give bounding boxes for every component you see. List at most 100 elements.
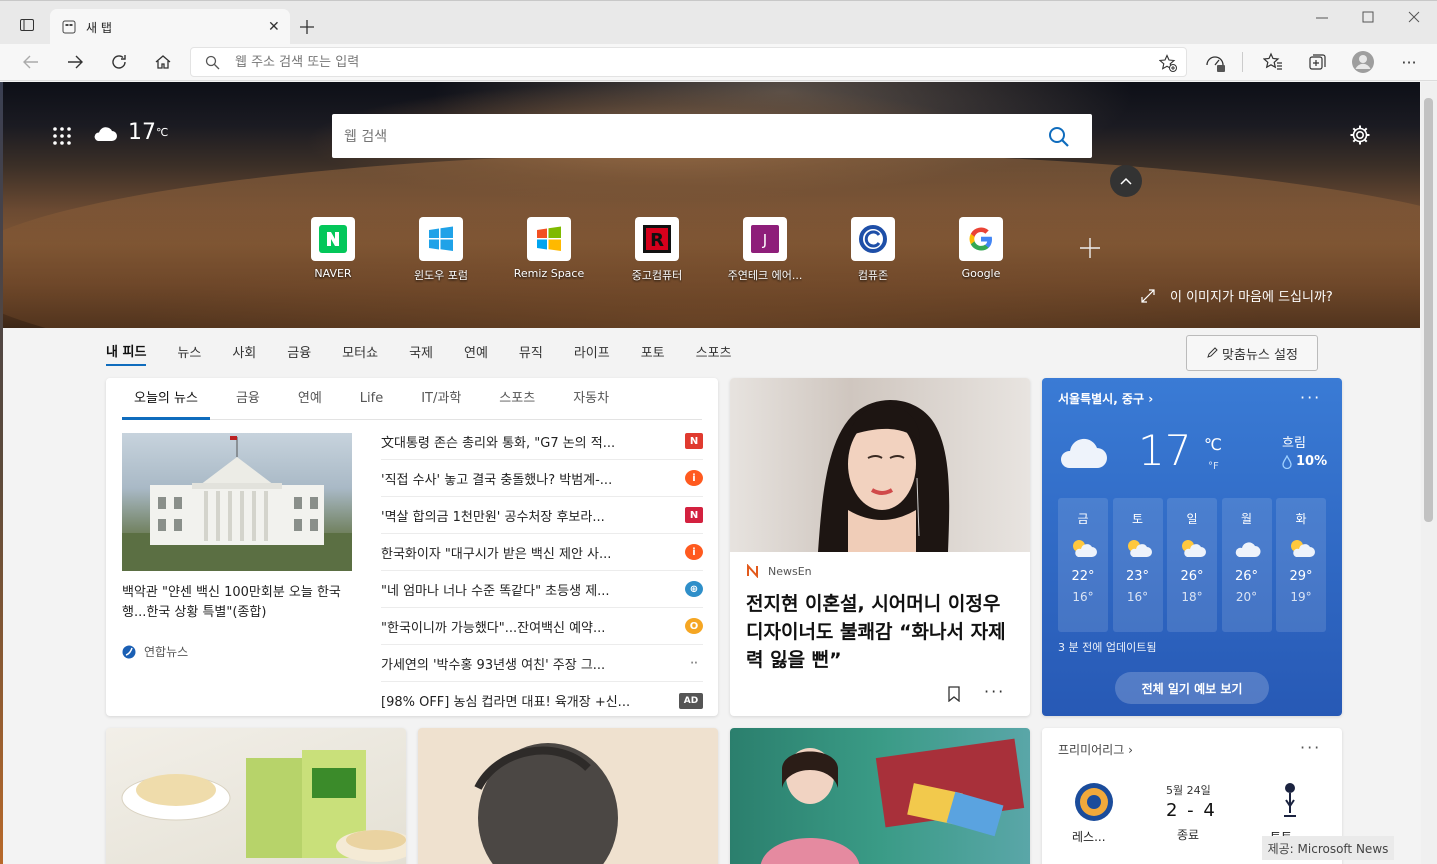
subtab-finance[interactable]: 금융 [224, 378, 272, 420]
lead-news-image[interactable] [122, 433, 352, 571]
apps-launcher-icon[interactable] [52, 126, 72, 146]
forecast-day[interactable]: 일 26° 18° [1167, 498, 1217, 632]
feed-tab-life[interactable]: 라이프 [574, 342, 610, 365]
forecast-day[interactable]: 월 26° 20° [1221, 498, 1272, 632]
forward-icon[interactable] [60, 47, 90, 77]
feed-tab-entertainment[interactable]: 연예 [464, 342, 488, 365]
weather-location[interactable]: 서울특별시, 중구 › [1058, 390, 1153, 407]
minimize-icon[interactable] [1314, 9, 1330, 25]
celebrity-news-source: NewsEn [746, 564, 812, 578]
quicklink-google[interactable]: Google [937, 217, 1025, 280]
feed-tab-society[interactable]: 사회 [232, 342, 256, 365]
weather-location-text: 서울특별시, 중구 [1058, 392, 1145, 406]
subtab-today[interactable]: 오늘의 뉴스 [122, 378, 210, 420]
tab-actions-icon[interactable] [12, 10, 42, 40]
forecast-low: 20° [1235, 590, 1258, 604]
food-news-card[interactable] [106, 728, 406, 864]
address-bar[interactable] [190, 47, 1187, 77]
weather-more-icon[interactable]: ··· [1300, 388, 1321, 407]
customize-news-button[interactable]: 맞춤뉴스 설정 [1186, 335, 1318, 371]
search-icon[interactable] [1048, 126, 1070, 148]
quicklink-windows-forum[interactable]: 윈도우 포럼 [397, 217, 485, 283]
subtab-sports[interactable]: 스포츠 [487, 378, 547, 420]
forecast-day[interactable]: 금 22° 16° [1058, 498, 1108, 632]
chevron-right-icon: › [1128, 743, 1133, 757]
quicklink-compuzone[interactable]: 컴퓨존 [829, 217, 917, 283]
add-favorite-icon[interactable] [1159, 54, 1177, 72]
feed-tab-sports[interactable]: 스포츠 [696, 342, 732, 365]
headline-item[interactable]: '직접 수사' 놓고 결국 충돌했나? 박범계-... i [381, 460, 703, 497]
lead-news-title[interactable]: 백악관 "얀센 백신 100만회분 오늘 한국행...한국 상황 특별"(종합) [122, 583, 358, 623]
partly-sunny-icon [1182, 540, 1206, 557]
league-title[interactable]: 프리미어리그 › [1058, 741, 1133, 758]
publisher-logo-icon: ·· [685, 655, 703, 671]
quicklink-naver[interactable]: NAVER [289, 217, 377, 280]
subtab-entertainment[interactable]: 연예 [286, 378, 334, 420]
headline-item[interactable]: '멱살 합의금 1천만원' 공수처장 후보라... N [381, 497, 703, 534]
collections-icon[interactable] [1302, 47, 1332, 77]
quicklink-label: NAVER [314, 267, 352, 280]
full-forecast-button[interactable]: 전체 일기 예보 보기 [1115, 672, 1269, 704]
headline-item[interactable]: 한국화이자 "대구시가 받은 백신 제안 사... i [381, 534, 703, 571]
address-input[interactable] [235, 53, 1135, 71]
weather-unit-c[interactable]: ℃ [1204, 435, 1222, 454]
newsen-logo-icon [747, 564, 758, 578]
close-window-icon[interactable] [1406, 9, 1422, 25]
web-search-box[interactable] [332, 114, 1092, 158]
celebrity-news-card[interactable]: NewsEn 전지현 이혼설, 시어머니 이정우 디자이너도 불쾌감 “화나서 … [730, 378, 1030, 716]
feed-tab-music[interactable]: 뮤직 [519, 342, 543, 365]
headline-item[interactable]: 가세연의 '박수홍 93년생 여친' 주장 그... ·· [381, 645, 703, 682]
card-news-card[interactable] [730, 728, 1030, 864]
forecast-high: 26° [1180, 569, 1204, 584]
lead-news-source-name: 연합뉴스 [144, 645, 189, 659]
headline-item[interactable]: "한국이니까 가능했다"...잔여백신 예약... O [381, 608, 703, 645]
home-icon[interactable] [148, 47, 178, 77]
more-options-icon[interactable]: ··· [984, 682, 1005, 701]
back-icon[interactable] [16, 47, 46, 77]
subtab-it-science[interactable]: IT/과학 [409, 378, 473, 420]
subtab-life[interactable]: Life [348, 378, 395, 420]
hero-weather[interactable]: 17 ℃ [92, 120, 168, 145]
feed-tab-motorshow[interactable]: 모터쇼 [342, 342, 378, 365]
profile-avatar[interactable] [1348, 47, 1378, 77]
settings-more-icon[interactable]: ··· [1394, 47, 1424, 77]
headline-item[interactable]: 文대통령 존슨 총리와 통화, "G7 논의 적... N [381, 423, 703, 460]
like-image-link[interactable]: 이 이미지가 마음에 드십니까? [1140, 286, 1333, 305]
scrollbar-thumb[interactable] [1424, 98, 1433, 522]
bookmark-icon[interactable] [948, 686, 960, 702]
pencil-icon [1207, 347, 1218, 358]
celebrity-news-title[interactable]: 전지현 이혼설, 시어머니 이정우 디자이너도 불쾌감 “화나서 자제력 잃을 … [746, 590, 1018, 674]
publisher-logo-icon: ⊕ [685, 581, 703, 597]
quicklink-used-computer[interactable]: R 중고컴퓨터 [613, 217, 701, 283]
page-settings-icon[interactable] [1349, 124, 1371, 146]
favorites-icon[interactable] [1258, 47, 1288, 77]
quicklink-jooyontech[interactable]: J 주연테크 에어... [721, 217, 809, 283]
new-tab-button[interactable] [292, 12, 322, 42]
collapse-quicklinks-button[interactable] [1110, 165, 1142, 197]
publisher-logo-icon: N [685, 507, 703, 523]
quicklink-remiz-space[interactable]: Remiz Space [505, 217, 593, 280]
tab-new[interactable]: 새 탭 ✕ [50, 9, 290, 45]
feed-tab-my-feed[interactable]: 내 피드 [106, 341, 147, 366]
league-more-icon[interactable]: ··· [1300, 738, 1321, 757]
performance-icon[interactable] [1200, 47, 1230, 77]
weather-unit-f[interactable]: °F [1208, 461, 1219, 472]
feed-tab-finance[interactable]: 금융 [287, 342, 311, 365]
headline-item-ad[interactable]: [98% OFF] 농심 컵라면 대표! 육개장 +신... AD [381, 682, 703, 716]
close-tab-icon[interactable]: ✕ [268, 19, 280, 35]
feed-tab-news[interactable]: 뉴스 [177, 342, 201, 365]
headline-list: 文대통령 존슨 총리와 통화, "G7 논의 적... N '직접 수사' 놓고 … [381, 423, 703, 716]
forecast-day[interactable]: 화 29° 19° [1276, 498, 1326, 632]
headline-item[interactable]: "네 엄마나 너나 수준 똑같다" 초등생 제... ⊕ [381, 571, 703, 608]
web-search-input[interactable] [344, 126, 1024, 148]
refresh-icon[interactable] [104, 47, 134, 77]
feed-tab-photo[interactable]: 포토 [641, 342, 665, 365]
weather-card[interactable]: 서울특별시, 중구 › ··· 17 ℃ °F 흐림 10% 금 22° 16°… [1042, 378, 1342, 716]
feed-tab-world[interactable]: 국제 [409, 342, 433, 365]
add-quicklink-icon[interactable] [1078, 236, 1102, 260]
illustration-news-card[interactable] [418, 728, 718, 864]
forecast-day[interactable]: 토 23° 16° [1112, 498, 1163, 632]
subtab-cars[interactable]: 자동차 [561, 378, 621, 420]
like-image-text: 이 이미지가 마음에 드십니까? [1170, 290, 1333, 305]
maximize-icon[interactable] [1360, 9, 1376, 25]
